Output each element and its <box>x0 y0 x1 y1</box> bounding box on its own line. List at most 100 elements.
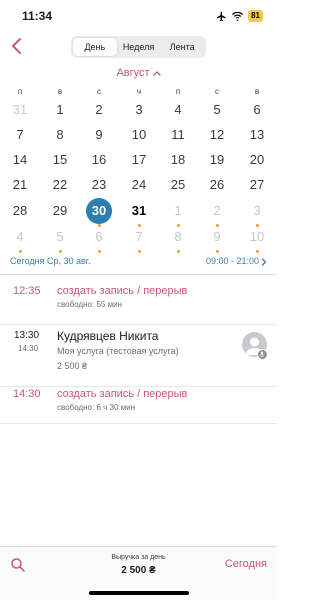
calendar-day[interactable]: 31 <box>124 199 154 227</box>
today-date-label[interactable]: Сегодня Ср, 30 авг. <box>10 256 90 266</box>
weekday-label: с <box>97 87 101 96</box>
calendar-day[interactable]: 8 <box>163 225 193 253</box>
free-slot-time: 14:30 <box>13 388 41 400</box>
calendar-day-number: 5 <box>56 229 64 244</box>
weekday-label: в <box>254 87 260 96</box>
calendar-day[interactable]: 11 <box>163 123 193 147</box>
calendar-day[interactable]: 4 <box>5 225 35 253</box>
calendar-day-number: 29 <box>52 203 68 218</box>
calendar-day[interactable]: 14 <box>5 148 35 172</box>
event-dot <box>19 250 22 253</box>
calendar-day[interactable]: 26 <box>202 173 232 197</box>
calendar-day-number: 3 <box>253 203 261 218</box>
today-row: Сегодня Ср, 30 авг. 09:00 - 21:00 <box>0 256 277 272</box>
calendar-day-number: 9 <box>95 127 103 142</box>
calendar-day-number: 7 <box>135 229 143 244</box>
calendar-day-number: 24 <box>131 177 147 192</box>
working-hours-button[interactable]: 09:00 - 21:00 <box>206 256 267 266</box>
calendar-day[interactable]: 9 <box>84 123 114 147</box>
calendar-day-number: 15 <box>52 152 68 167</box>
segment-week[interactable]: Неделя <box>117 38 161 56</box>
calendar-day[interactable]: 6 <box>84 225 114 253</box>
status-time: 11:34 <box>22 9 53 23</box>
calendar-day[interactable]: 5 <box>45 225 75 253</box>
calendar-day-number: 8 <box>56 127 64 142</box>
calendar-day-number: 8 <box>174 229 182 244</box>
calendar-day-number: 12 <box>209 127 225 142</box>
calendar-day[interactable]: 17 <box>124 148 154 172</box>
segment-day[interactable]: День <box>73 38 117 56</box>
weekday-label: ч <box>136 87 142 96</box>
calendar-day[interactable]: 20 <box>242 148 272 172</box>
calendar-day-number: 11 <box>171 127 185 142</box>
month-label: Август <box>116 67 150 79</box>
calendar-day[interactable]: 13 <box>242 123 272 147</box>
calendar-day[interactable]: 8 <box>45 123 75 147</box>
calendar-day[interactable]: 1 <box>45 98 75 122</box>
calendar-day[interactable]: 9 <box>202 225 232 253</box>
wifi-icon <box>232 11 244 21</box>
calendar-day[interactable]: 25 <box>163 173 193 197</box>
calendar-day[interactable]: 1 <box>163 199 193 227</box>
calendar-day[interactable]: 16 <box>84 148 114 172</box>
calendar-day-selected[interactable]: 30 <box>84 198 114 227</box>
calendar-day[interactable]: 15 <box>45 148 75 172</box>
calendar-day-number: 17 <box>131 152 147 167</box>
calendar-day-number: 5 <box>213 102 221 117</box>
battery-indicator: 81 <box>248 10 263 22</box>
calendar-day-number: 22 <box>52 177 68 192</box>
chevron-up-icon <box>152 71 161 76</box>
divider <box>0 274 277 275</box>
calendar-day[interactable]: 24 <box>124 173 154 197</box>
calendar-day[interactable]: 2 <box>202 199 232 227</box>
divider <box>0 324 277 325</box>
calendar-day[interactable]: 28 <box>5 199 35 223</box>
weekday-label: с <box>215 87 219 96</box>
calendar-day-number: 31 <box>131 203 147 218</box>
free-slot[interactable]: 12:35 создать запись / перерыв свободно:… <box>0 285 277 325</box>
back-button[interactable] <box>8 36 26 56</box>
chevron-left-icon <box>12 38 21 54</box>
calendar-day-number: 25 <box>170 177 186 192</box>
working-hours-label: 09:00 - 21:00 <box>205 256 259 266</box>
calendar-day[interactable]: 3 <box>242 199 272 227</box>
calendar-day[interactable]: 31 <box>5 98 35 122</box>
calendar-day-number: 27 <box>249 177 265 192</box>
calendar-day[interactable]: 27 <box>242 173 272 197</box>
calendar-day[interactable]: 2 <box>84 98 114 122</box>
calendar-day[interactable]: 3 <box>124 98 154 122</box>
calendar-day[interactable]: 22 <box>45 173 75 197</box>
calendar-day[interactable]: 5 <box>202 98 232 122</box>
appointment-end-time: 14:30 <box>18 344 39 353</box>
calendar-day[interactable]: 10 <box>124 123 154 147</box>
free-slot-duration: свободно: 55 мин <box>57 300 122 309</box>
calendar-day[interactable]: 4 <box>163 98 193 122</box>
calendar-grid: 31 1 2 3 4 5 6 7 8 9 10 11 12 13 14 15 16 17 18 19 20 21 22 23 2… <box>0 98 277 253</box>
free-slot-title: создать запись / перерыв <box>57 285 188 297</box>
calendar-day[interactable]: 23 <box>84 173 114 197</box>
appointment-row[interactable]: 13:30 14:30 Кудрявцев Никита Моя услуга … <box>0 329 277 387</box>
today-button[interactable]: Сегодня <box>225 558 267 570</box>
calendar-day[interactable]: 19 <box>202 148 232 172</box>
calendar-day[interactable]: 6 <box>242 98 272 122</box>
weekday-label: п <box>175 87 181 96</box>
calendar-day-number: 2 <box>213 203 221 218</box>
calendar-day[interactable]: 21 <box>5 173 35 197</box>
service-name: Моя услуга (тестовая услуга) <box>57 346 179 356</box>
calendar-day-number: 30 <box>91 203 107 218</box>
calendar-day[interactable]: 18 <box>163 148 193 172</box>
segment-feed[interactable]: Лента <box>160 38 204 56</box>
client-name: Кудрявцев Никита <box>57 329 159 343</box>
calendar-day-number: 2 <box>95 102 103 117</box>
event-dot <box>256 250 259 253</box>
appointment-start-time: 13:30 <box>14 330 40 341</box>
calendar-day[interactable]: 10 <box>242 225 272 253</box>
event-dot <box>216 250 219 253</box>
calendar-day[interactable]: 29 <box>45 199 75 223</box>
calendar-day[interactable]: 7 <box>124 225 154 253</box>
calendar-day[interactable]: 12 <box>202 123 232 147</box>
calendar-day-number: 13 <box>249 127 265 142</box>
month-selector[interactable]: Август <box>0 67 277 79</box>
free-slot[interactable]: 14:30 создать запись / перерыв свободно:… <box>0 388 277 424</box>
calendar-day[interactable]: 7 <box>5 123 35 147</box>
